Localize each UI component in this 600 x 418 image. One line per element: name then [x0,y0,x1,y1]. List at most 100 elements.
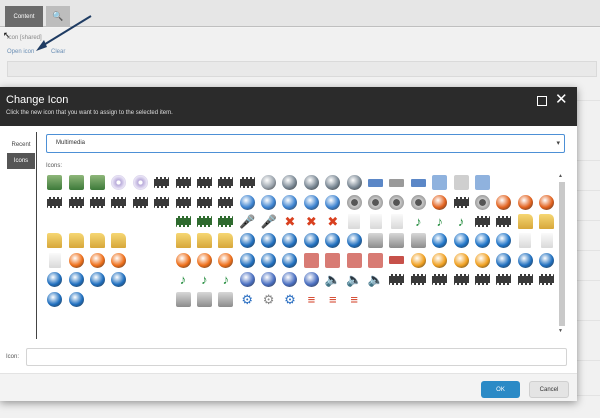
icon-cell[interactable] [279,231,300,250]
scroll-up-icon[interactable]: ▲ [558,173,563,179]
icon-cell[interactable]: ♪ [429,212,450,231]
icon-cell[interactable] [429,192,450,211]
icon-cell[interactable]: ≡ [322,289,343,308]
icon-cell[interactable] [194,192,215,211]
cancel-button[interactable]: Cancel [529,381,569,398]
icon-cell[interactable] [429,251,450,270]
icon-cell[interactable] [536,212,557,231]
icon-cell[interactable] [515,270,536,289]
icon-cell[interactable] [87,173,108,192]
icon-cell[interactable] [450,192,471,211]
icon-cell[interactable] [44,173,65,192]
tab-icons[interactable]: Icons [7,153,35,169]
icon-cell[interactable] [258,251,279,270]
icon-cell[interactable] [44,270,65,289]
open-icon-link[interactable]: Open icon [7,49,34,55]
icon-cell[interactable] [108,251,129,270]
search-tab[interactable]: 🔍 [46,6,70,27]
icon-cell[interactable] [215,212,236,231]
icon-cell[interactable] [365,173,386,192]
icon-cell[interactable] [343,231,364,250]
icon-cell[interactable] [301,270,322,289]
icon-cell[interactable]: ✖ [322,212,343,231]
icon-cell[interactable]: ⚙ [237,289,258,308]
icon-cell[interactable] [408,173,429,192]
icon-cell[interactable]: ♪ [215,270,236,289]
icon-cell[interactable] [172,212,193,231]
icon-cell[interactable] [108,270,129,289]
icon-cell[interactable] [493,212,514,231]
icon-cell[interactable]: 🔈 [365,270,386,289]
icon-cell[interactable] [365,251,386,270]
icon-cell[interactable] [194,212,215,231]
icon-cell[interactable] [429,173,450,192]
icon-cell[interactable] [343,192,364,211]
icon-cell[interactable]: ≡ [343,289,364,308]
icon-cell[interactable] [472,270,493,289]
icon-cell[interactable] [215,289,236,308]
icon-cell[interactable] [237,192,258,211]
icon-cell[interactable] [258,173,279,192]
icon-cell[interactable] [450,231,471,250]
icon-cell[interactable] [365,231,386,250]
icon-cell[interactable] [301,192,322,211]
icon-cell[interactable] [215,192,236,211]
icon-cell[interactable] [343,212,364,231]
icon-cell[interactable] [108,173,129,192]
icon-cell[interactable] [365,192,386,211]
icon-cell[interactable] [87,270,108,289]
icon-cell[interactable]: ≡ [301,289,322,308]
content-tab[interactable]: Content [5,6,43,27]
icon-cell[interactable] [87,192,108,211]
icon-cell[interactable] [472,212,493,231]
icon-cell[interactable] [493,251,514,270]
icon-cell[interactable]: ✖ [301,212,322,231]
icon-cell[interactable]: ✖ [279,212,300,231]
icon-cell[interactable] [194,289,215,308]
icon-cell[interactable] [429,231,450,250]
icon-cell[interactable] [301,231,322,250]
icon-cell[interactable]: 🔈 [322,270,343,289]
icon-cell[interactable] [87,231,108,250]
icon-cell[interactable] [515,231,536,250]
icon-cell[interactable] [130,173,151,192]
icon-cell[interactable] [386,192,407,211]
icon-cell[interactable] [493,192,514,211]
icon-cell[interactable] [472,192,493,211]
icon-cell[interactable] [536,270,557,289]
icon-cell[interactable] [44,192,65,211]
icon-grid-scrollbar[interactable]: ▲ ▼ [558,173,566,336]
icon-cell[interactable] [450,270,471,289]
icon-cell[interactable]: 🎤 [258,212,279,231]
icon-cell[interactable] [151,192,172,211]
icon-cell[interactable] [44,251,65,270]
icon-cell[interactable] [472,173,493,192]
icon-cell[interactable] [386,231,407,250]
icon-cell[interactable] [151,173,172,192]
icon-cell[interactable] [65,192,86,211]
icon-cell[interactable] [493,231,514,250]
close-icon[interactable]: ✕ [555,91,568,109]
icon-cell[interactable] [536,192,557,211]
icon-cell[interactable] [194,173,215,192]
icon-cell[interactable] [215,173,236,192]
icon-cell[interactable]: ♪ [408,212,429,231]
icon-cell[interactable] [172,231,193,250]
icon-cell[interactable] [429,270,450,289]
icon-cell[interactable]: ♪ [450,212,471,231]
icon-cell[interactable] [87,251,108,270]
icon-cell[interactable] [237,173,258,192]
icon-cell[interactable] [237,270,258,289]
icon-cell[interactable] [536,231,557,250]
icon-cell[interactable] [172,251,193,270]
icon-cell[interactable] [322,192,343,211]
icon-cell[interactable] [515,192,536,211]
icon-cell[interactable] [279,270,300,289]
icon-cell[interactable] [279,192,300,211]
icon-cell[interactable] [279,251,300,270]
icon-cell[interactable] [65,289,86,308]
icon-cell[interactable] [172,289,193,308]
icon-cell[interactable] [44,289,65,308]
icon-cell[interactable] [130,192,151,211]
icon-cell[interactable] [365,212,386,231]
